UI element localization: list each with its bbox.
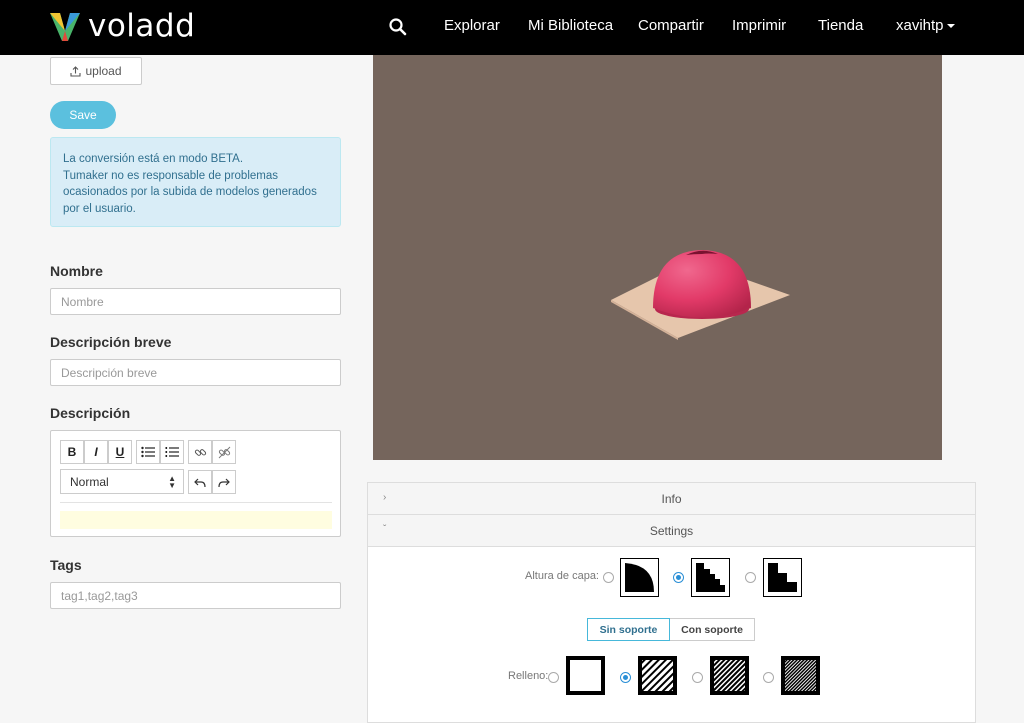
- caret-down-icon: [946, 24, 955, 29]
- infill-radio-3[interactable]: [692, 672, 703, 683]
- layer-height-radio-1[interactable]: [603, 572, 614, 583]
- accordion-settings-title: Settings: [649, 524, 694, 538]
- bold-button[interactable]: B: [60, 440, 84, 464]
- numbered-list-icon: [165, 447, 179, 457]
- undo-icon: [194, 478, 206, 487]
- nav-compartir[interactable]: Compartir: [638, 17, 704, 34]
- layer-height-radio-3[interactable]: [745, 572, 756, 583]
- select-arrows-icon: ▲ ▼: [168, 474, 176, 490]
- nav-mi-biblioteca[interactable]: Mi Biblioteca: [528, 17, 613, 34]
- tags-input[interactable]: [50, 582, 341, 609]
- accordion-info[interactable]: › Info: [368, 483, 975, 515]
- short-description-label: Descripción breve: [50, 334, 172, 350]
- nav-imprimir[interactable]: Imprimir: [732, 17, 786, 34]
- description-editor: B I U Normal ▲ ▼: [50, 430, 341, 537]
- redo-icon: [218, 478, 230, 487]
- numbered-list-button[interactable]: [160, 440, 184, 464]
- logo[interactable]: voladd: [48, 8, 195, 44]
- unlink-icon: [218, 446, 230, 458]
- name-input[interactable]: [50, 288, 341, 315]
- upload-icon: [70, 65, 82, 77]
- model-viewport: [611, 250, 790, 340]
- nav-explorar[interactable]: Explorar: [444, 17, 500, 34]
- infill-radio-4[interactable]: [763, 672, 774, 683]
- name-label: Nombre: [50, 263, 103, 279]
- description-label: Descripción: [50, 405, 131, 421]
- infill-radio-1[interactable]: [548, 672, 559, 683]
- underline-button[interactable]: U: [108, 440, 132, 464]
- support-toggle: Sin soporte Con soporte: [587, 618, 755, 641]
- beta-alert: La conversión está en modo BETA. Tumaker…: [50, 137, 341, 227]
- accordion-info-title: Info: [661, 492, 682, 506]
- link-icon: [194, 448, 206, 456]
- save-button[interactable]: Save: [50, 101, 116, 129]
- support-option-sin-soporte[interactable]: Sin soporte: [587, 618, 670, 641]
- nav-tienda[interactable]: Tienda: [818, 17, 863, 34]
- infill-label: Relleno:: [508, 670, 549, 682]
- infill-empty-thumb[interactable]: [566, 656, 605, 695]
- italic-button[interactable]: I: [84, 440, 108, 464]
- infill-medium-thumb[interactable]: [710, 656, 749, 695]
- user-menu[interactable]: xavihtp: [896, 17, 955, 34]
- bullet-list-icon: [141, 446, 155, 458]
- infill-radio-2[interactable]: [620, 672, 631, 683]
- infill-high-thumb[interactable]: [781, 656, 820, 695]
- model-viewer[interactable]: [373, 55, 942, 460]
- accordion-settings[interactable]: ˇ Settings: [368, 515, 975, 547]
- layer-height-label: Altura de capa:: [525, 570, 599, 582]
- user-name: xavihtp: [896, 17, 944, 34]
- tags-label: Tags: [50, 557, 82, 573]
- description-text-area[interactable]: [60, 511, 332, 529]
- upload-label: upload: [85, 64, 122, 78]
- unlink-button[interactable]: [212, 440, 236, 464]
- text-format-select[interactable]: Normal ▲ ▼: [60, 469, 184, 494]
- layer-height-thick-thumb[interactable]: [620, 558, 659, 597]
- short-description-input[interactable]: [50, 359, 341, 386]
- infill-low-thumb[interactable]: [638, 656, 677, 695]
- logo-icon: [50, 13, 80, 41]
- text-format-value: Normal: [70, 474, 109, 489]
- layer-height-medium-thumb[interactable]: [691, 558, 730, 597]
- support-option-con-soporte[interactable]: Con soporte: [670, 618, 755, 641]
- search-icon[interactable]: [388, 17, 408, 37]
- 3d-model-dome: [653, 250, 751, 318]
- alert-line: ocasionados por la subida de modelos gen…: [63, 186, 317, 198]
- bullet-list-button[interactable]: [136, 440, 160, 464]
- upload-button[interactable]: upload: [50, 57, 142, 85]
- editor-divider: [60, 502, 332, 503]
- layer-height-radio-2[interactable]: [673, 572, 684, 583]
- redo-button[interactable]: [212, 470, 236, 494]
- alert-line: Tumaker no es responsable de problemas: [63, 169, 278, 182]
- layer-height-fine-thumb[interactable]: [763, 558, 802, 597]
- alert-line: La conversión está en modo BETA.: [63, 153, 244, 165]
- top-nav: voladd Explorar Mi Biblioteca Compartir …: [0, 0, 1024, 55]
- undo-button[interactable]: [188, 470, 212, 494]
- logo-text: voladd: [88, 8, 196, 44]
- alert-line: por el usuario.: [63, 202, 136, 215]
- link-button[interactable]: [188, 440, 212, 464]
